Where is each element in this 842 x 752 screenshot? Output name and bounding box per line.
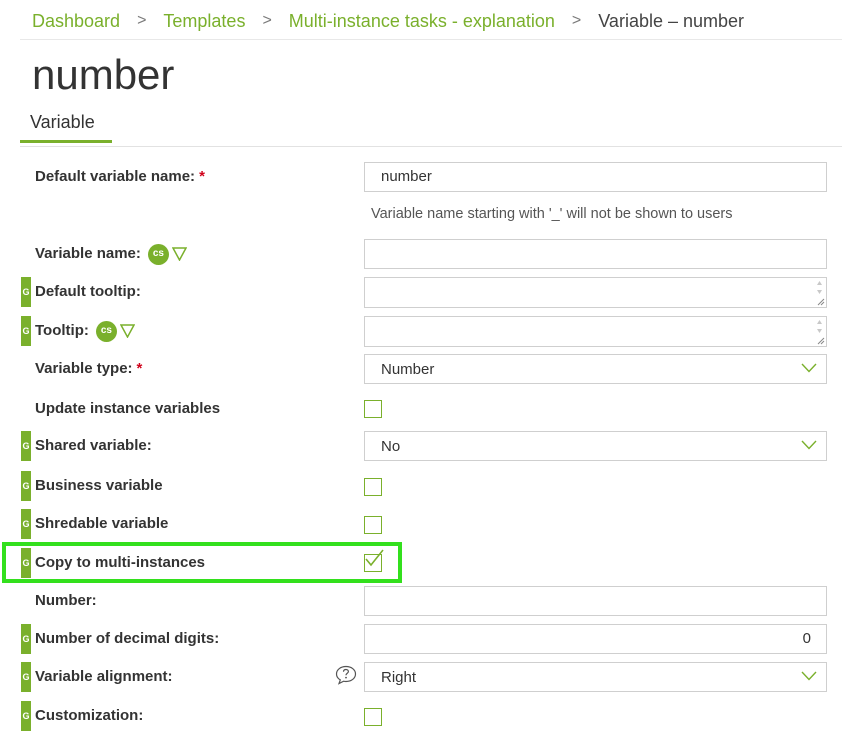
cs-language-icon[interactable]: cs [95, 320, 117, 342]
variable-type-select[interactable]: Number [364, 354, 827, 384]
chevron-down-icon [801, 363, 817, 373]
breadcrumb-template-link[interactable]: Multi-instance tasks - explanation [289, 11, 555, 32]
default-tooltip-label: Default tooltip: [35, 283, 141, 300]
breadcrumb-dashboard-link[interactable]: Dashboard [32, 11, 120, 32]
variable-type-selected-value: Number [381, 361, 435, 378]
variable-name-label-text: Variable name: [35, 245, 141, 262]
form-row-default-variable-name: Default variable name: * number [0, 162, 842, 192]
form-row-variable-type: Variable type: * Number [0, 354, 842, 384]
textarea-resize-handle[interactable] [814, 279, 825, 306]
required-marker: * [136, 360, 143, 377]
breadcrumb-separator: > [571, 12, 582, 29]
tooltip-textarea[interactable] [364, 316, 827, 347]
number-input[interactable] [364, 586, 827, 616]
form-row-default-tooltip: G Default tooltip: [0, 277, 842, 308]
number-label: Number: [35, 592, 97, 609]
page-title: number [32, 51, 175, 98]
business-variable-label: Business variable [35, 477, 163, 494]
form-row-variable-name: Variable name: cs [0, 239, 842, 269]
customization-label: Customization: [35, 707, 144, 724]
variable-alignment-label: Variable alignment: [35, 668, 173, 685]
cs-language-icon[interactable]: cs [147, 243, 169, 265]
number-of-decimal-digits-label: Number of decimal digits: [35, 630, 220, 647]
breadcrumb-separator: > [137, 12, 147, 29]
global-badge: G [21, 509, 31, 539]
customization-checkbox[interactable] [364, 708, 382, 726]
help-bubble-icon[interactable] [335, 665, 357, 685]
textarea-resize-handle[interactable] [814, 318, 825, 345]
variable-name-hint: Variable name starting with '_' will not… [371, 206, 733, 222]
number-of-decimal-digits-input[interactable]: 0 [364, 624, 827, 654]
update-instance-variables-label: Update instance variables [35, 400, 221, 417]
form-row-tooltip: G Tooltip: cs [0, 316, 842, 347]
chevron-down-icon [801, 440, 817, 450]
variable-name-label: Variable name: cs [35, 239, 187, 269]
variable-name-input[interactable] [364, 239, 827, 269]
global-badge: G [21, 316, 31, 346]
breadcrumb-separator: > [262, 12, 272, 29]
shredable-variable-label: Shredable variable [35, 515, 169, 532]
shared-variable-label: Shared variable: [35, 437, 152, 454]
variable-alignment-selected-value: Right [381, 669, 417, 686]
breadcrumb: Dashboard > Templates > Multi-instance t… [32, 10, 744, 32]
form-row-shredable-variable: G Shredable variable [0, 509, 842, 539]
tab-variable[interactable]: Variable [20, 110, 112, 143]
shared-variable-select[interactable]: No [364, 431, 827, 461]
highlight-box [2, 542, 402, 583]
breadcrumb-current: Variable – number [598, 10, 745, 31]
form-row-shared-variable: G Shared variable: No [0, 431, 842, 461]
header-divider [20, 39, 842, 40]
tooltip-label: Tooltip: cs [35, 316, 135, 346]
default-variable-name-label: Default variable name: * [35, 162, 205, 192]
filter-icon[interactable] [171, 247, 187, 261]
tab-divider [20, 146, 842, 147]
variable-type-label: Variable type: * [35, 354, 142, 384]
form-row-number-of-decimal-digits: G Number of decimal digits: 0 [0, 624, 842, 654]
default-tooltip-textarea[interactable] [364, 277, 827, 308]
form-row-variable-alignment: G Variable alignment: Right [0, 662, 842, 692]
global-badge: G [21, 701, 31, 731]
update-instance-variables-checkbox[interactable] [364, 400, 382, 418]
global-badge: G [21, 662, 31, 692]
required-marker: * [199, 168, 205, 185]
variable-type-label-text: Variable type: [35, 360, 133, 377]
global-badge: G [21, 431, 31, 461]
default-variable-name-input[interactable]: number [364, 162, 827, 192]
form-row-customization: G Customization: [0, 701, 842, 731]
business-variable-checkbox[interactable] [364, 478, 382, 496]
default-variable-name-label-text: Default variable name: [35, 168, 196, 185]
shared-variable-selected-value: No [381, 438, 401, 455]
form-row-number: Number: [0, 586, 842, 616]
breadcrumb-templates-link[interactable]: Templates [163, 11, 245, 32]
form-row-business-variable: G Business variable [0, 471, 842, 501]
tooltip-label-text: Tooltip: [35, 322, 89, 339]
global-badge: G [21, 277, 31, 307]
form-row-update-instance-variables: Update instance variables [0, 394, 842, 424]
chevron-down-icon [801, 671, 817, 681]
filter-icon[interactable] [119, 324, 135, 338]
shredable-variable-checkbox[interactable] [364, 516, 382, 534]
global-badge: G [21, 624, 31, 654]
variable-alignment-select[interactable]: Right [364, 662, 827, 692]
global-badge: G [21, 471, 31, 501]
